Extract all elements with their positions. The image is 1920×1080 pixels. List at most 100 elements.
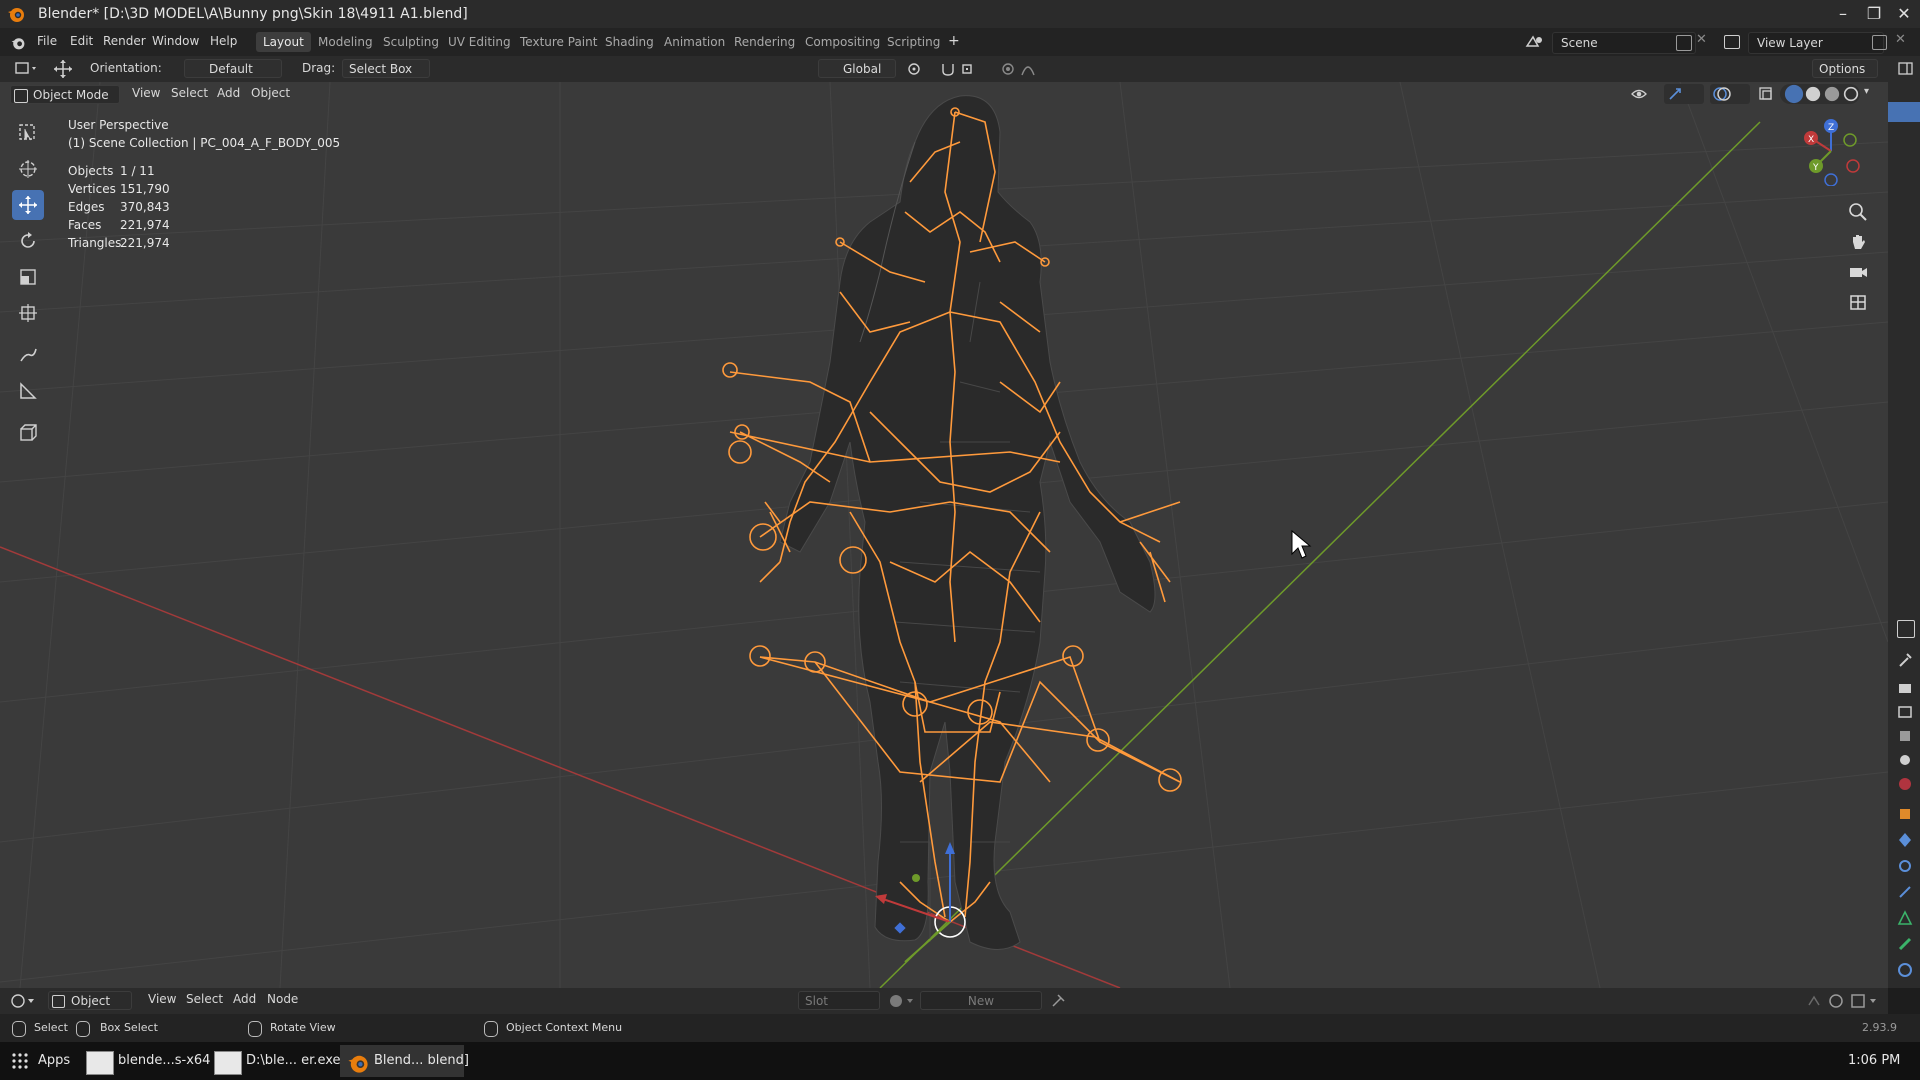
tab-sculpting[interactable]: Sculpting (376, 32, 446, 52)
material-shading-icon[interactable] (1824, 86, 1840, 102)
add-cube-tool[interactable] (12, 418, 44, 448)
menu-help[interactable]: Help (210, 34, 237, 48)
object-properties-icon[interactable] (1897, 806, 1913, 822)
new-scene-icon[interactable] (1676, 35, 1692, 51)
tab-rendering[interactable]: Rendering (727, 32, 802, 52)
move-tool[interactable] (12, 190, 44, 220)
editor-type-icon[interactable] (10, 993, 36, 1009)
drag-dropdown[interactable]: Select Box (342, 59, 430, 78)
apps-grid-icon[interactable] (12, 1053, 28, 1069)
slot-dropdown[interactable]: Slot (798, 991, 880, 1010)
snap-target-icon[interactable] (960, 61, 982, 77)
pivot-point-icon[interactable] (906, 61, 928, 77)
viewport-menu-view[interactable]: View (132, 86, 160, 100)
navigation-gizmo[interactable]: Z X Y (1796, 116, 1866, 187)
camera-view-icon[interactable] (1848, 262, 1868, 282)
delete-view-layer-icon[interactable]: ✕ (1895, 32, 1906, 47)
maximize-button[interactable]: ❐ (1857, 2, 1891, 26)
viewport-menu-add[interactable]: Add (217, 86, 240, 100)
menu-file[interactable]: File (37, 34, 57, 48)
viewport-menu-object[interactable]: Object (251, 86, 290, 100)
object-data-properties-icon[interactable] (1897, 910, 1913, 926)
output-properties-icon[interactable] (1897, 704, 1913, 720)
drag-mouse-icon (76, 1021, 90, 1037)
snap-toggle-icon[interactable] (1828, 993, 1844, 1009)
shader-editor-header: Object View Select Add Node Slot New (0, 988, 1888, 1014)
close-button[interactable]: ✕ (1887, 2, 1920, 26)
add-workspace-button[interactable]: + (948, 33, 960, 49)
xray-toggle-icon[interactable] (1758, 86, 1774, 102)
physics-properties-icon[interactable] (1897, 858, 1913, 874)
tab-layout[interactable]: Layout (256, 32, 311, 52)
overlay-options-icon[interactable] (1850, 993, 1880, 1009)
shader-menu-select[interactable]: Select (186, 992, 223, 1006)
view-layer-properties-icon[interactable] (1897, 728, 1913, 744)
snap-icon[interactable] (940, 61, 962, 77)
overlays-toggle-icon[interactable] (1710, 84, 1750, 104)
move-tool-icon[interactable] (52, 59, 74, 79)
shader-menu-node[interactable]: Node (267, 992, 298, 1006)
rendered-shading-icon[interactable] (1843, 86, 1859, 102)
scene-icon[interactable] (1524, 33, 1548, 51)
perspective-toggle-icon[interactable] (1848, 292, 1868, 312)
shading-options-chevron-down-icon[interactable]: ▾ (1864, 86, 1869, 97)
tab-modeling[interactable]: Modeling (311, 32, 380, 52)
menu-window[interactable]: Window (152, 34, 199, 48)
parent-node-icon[interactable] (1806, 993, 1822, 1009)
falloff-icon[interactable] (1020, 61, 1036, 77)
zoom-icon[interactable] (1848, 202, 1868, 222)
material-browse-icon[interactable] (888, 993, 916, 1009)
tab-animation[interactable]: Animation (657, 32, 732, 52)
visibility-eye-icon[interactable] (1630, 86, 1656, 102)
blender-menu-icon[interactable] (10, 35, 26, 51)
proportional-editing-icon[interactable] (1000, 61, 1016, 77)
modifier-properties-icon[interactable] (1897, 832, 1913, 848)
options-dropdown[interactable]: Options (1812, 59, 1878, 78)
orientation-dropdown[interactable]: Default (184, 59, 282, 78)
scene-selector[interactable]: Scene (1552, 32, 1696, 54)
world-properties-icon[interactable] (1897, 776, 1913, 792)
transform-tool[interactable] (12, 298, 44, 328)
scene-properties-icon[interactable] (1897, 752, 1913, 768)
tab-compositing[interactable]: Compositing (798, 32, 887, 52)
shader-menu-add[interactable]: Add (233, 992, 256, 1006)
view-layer-selector[interactable]: View Layer (1748, 32, 1884, 54)
minimize-button[interactable]: – (1826, 2, 1860, 26)
delete-scene-icon[interactable]: ✕ (1696, 32, 1707, 47)
solid-shading-icon[interactable] (1805, 86, 1821, 102)
tab-shading[interactable]: Shading (598, 32, 661, 52)
tab-uv-editing[interactable]: UV Editing (441, 32, 518, 52)
bone-properties-icon[interactable] (1897, 936, 1913, 952)
measure-tool[interactable] (12, 376, 44, 406)
middle-mouse-icon (248, 1021, 262, 1037)
cursor-tool[interactable] (12, 154, 44, 184)
sidebar-toggle-icon[interactable] (1898, 62, 1914, 76)
select-box-tool[interactable] (12, 118, 44, 148)
apps-button[interactable]: Apps (38, 1045, 70, 1077)
editor-type-icon[interactable] (14, 60, 40, 78)
tool-properties-icon[interactable] (1897, 652, 1913, 668)
gizmo-toggle-icon[interactable] (1664, 84, 1704, 104)
pan-hand-icon[interactable] (1848, 232, 1868, 252)
constraint-properties-icon[interactable] (1897, 884, 1913, 900)
stat-row: Triangles 221,974 (68, 236, 170, 254)
menu-edit[interactable]: Edit (70, 34, 93, 48)
shader-menu-view[interactable]: View (148, 992, 176, 1006)
render-properties-icon[interactable] (1897, 680, 1913, 696)
transform-orientation-dropdown[interactable]: Global (818, 59, 896, 78)
tab-scripting[interactable]: Scripting (880, 32, 947, 52)
menu-render[interactable]: Render (103, 34, 146, 48)
tab-texture-paint[interactable]: Texture Paint (513, 32, 604, 52)
material-properties-icon[interactable] (1897, 962, 1913, 978)
viewport-menu-select[interactable]: Select (171, 86, 208, 100)
annotate-tool[interactable] (12, 340, 44, 370)
new-view-layer-icon[interactable] (1872, 35, 1887, 50)
properties-editor-icon[interactable] (1897, 620, 1915, 638)
view-layer-icon[interactable] (1724, 35, 1740, 49)
pin-icon[interactable] (1050, 993, 1066, 1009)
3d-viewport[interactable]: Z X Y User Perspective (1) Scene Collect… (0, 82, 1888, 988)
new-material-button[interactable]: New (920, 991, 1042, 1010)
scale-tool[interactable] (12, 262, 44, 292)
wireframe-shading-icon[interactable] (1784, 84, 1804, 104)
rotate-tool[interactable] (12, 226, 44, 256)
